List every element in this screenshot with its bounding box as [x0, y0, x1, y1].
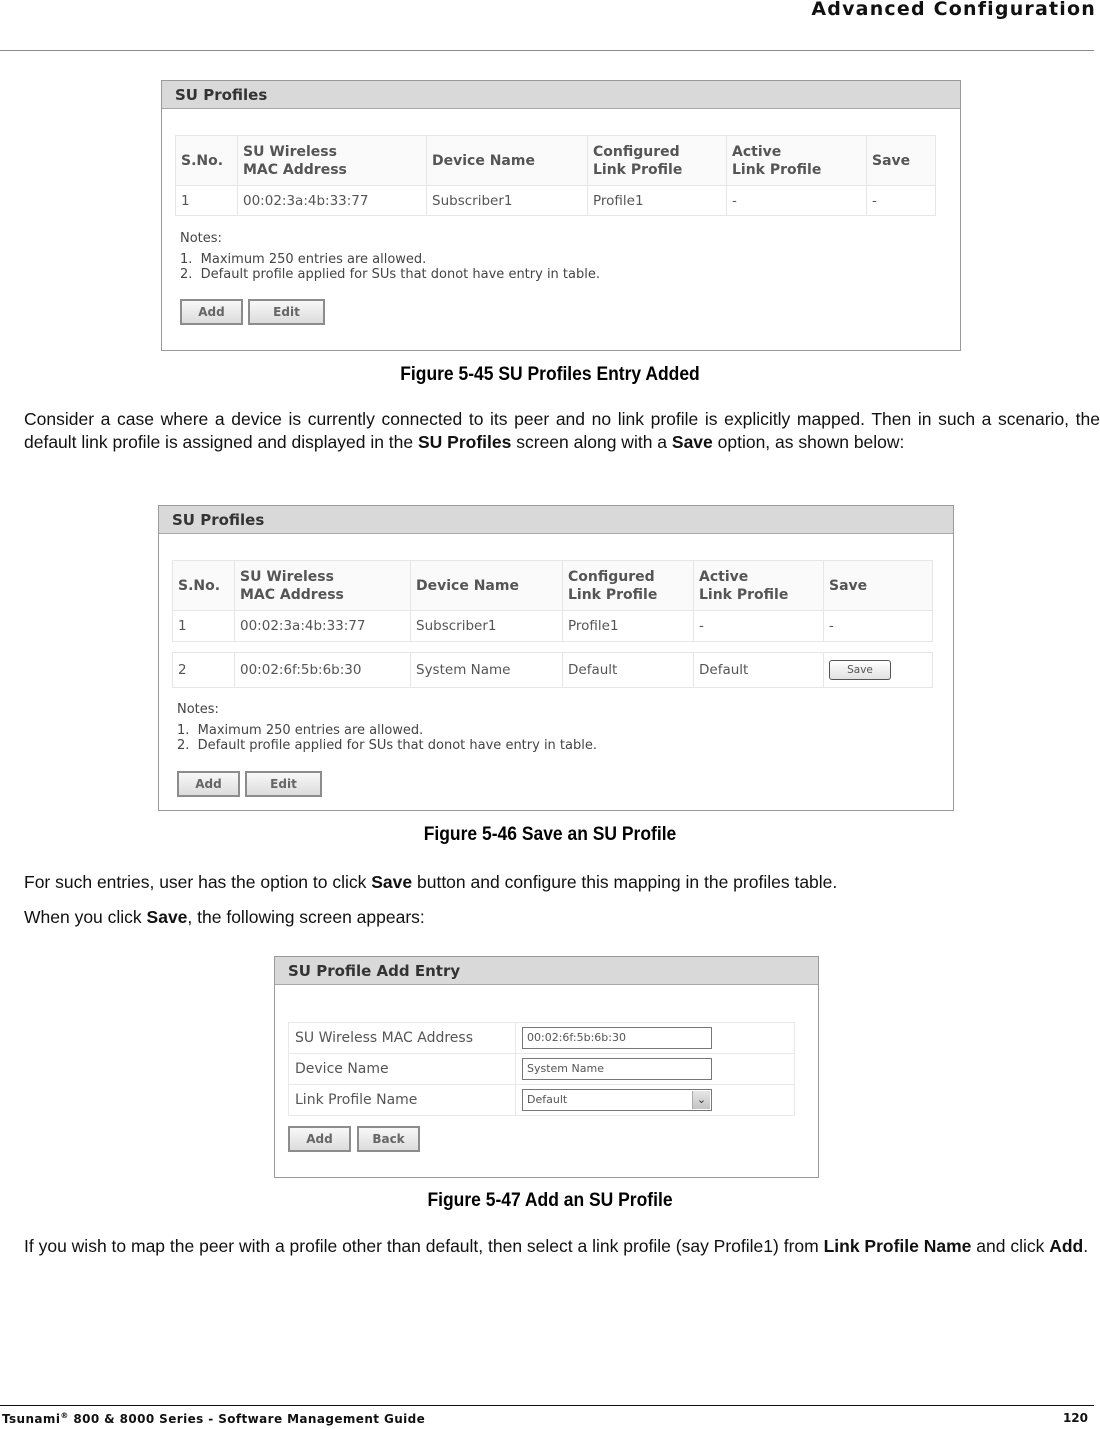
paragraph-save-option: For such entries, user has the option to…: [24, 872, 838, 892]
column-header-device: Device Name: [410, 560, 563, 611]
paragraph-default-profile: Consider a case where a device is curren…: [24, 409, 1100, 452]
field-label-device: Device Name: [288, 1053, 516, 1085]
cell-device: System Name: [410, 652, 563, 688]
column-header-sno: S.No.: [172, 560, 235, 611]
edit-button[interactable]: Edit: [248, 299, 325, 325]
column-header-active: Active Link Profile: [693, 560, 824, 611]
field-label-mac: SU Wireless MAC Address: [288, 1022, 516, 1054]
table-header-row: S.No. SU Wireless MAC Address Device Name…: [175, 135, 936, 186]
cell-active: -: [726, 185, 867, 216]
table-header-row: S.No. SU Wireless MAC Address Device Name…: [172, 560, 933, 611]
notes: Notes: 1. Maximum 250 entries are allowe…: [180, 231, 600, 282]
save-button[interactable]: Save: [829, 660, 891, 680]
column-header-mac: SU Wireless MAC Address: [234, 560, 411, 611]
footer-divider: [0, 1405, 1094, 1406]
form-row-link-profile: Link Profile Name Default ⌄: [288, 1084, 795, 1116]
panel-title: SU Profile Add Entry: [275, 957, 818, 985]
column-header-configured: Configured Link Profile: [587, 135, 727, 186]
footer-guide-title: Tsunami® 800 & 8000 Series - Software Ma…: [2, 1411, 426, 1426]
paragraph-click-save: When you click Save, the following scree…: [24, 907, 425, 927]
cell-active: Default: [693, 652, 824, 688]
su-profiles-table: S.No. SU Wireless MAC Address Device Name…: [175, 135, 936, 216]
figure-46-caption: Figure 5-46 Save an SU Profile: [423, 824, 677, 845]
table-row: 1 00:02:3a:4b:33:77 Subscriber1 Profile1…: [172, 610, 933, 642]
panel-title: SU Profiles: [159, 506, 953, 534]
column-header-sno: S.No.: [175, 135, 238, 186]
figure-47-caption: Figure 5-47 Add an SU Profile: [427, 1190, 673, 1211]
su-profiles-table: S.No. SU Wireless MAC Address Device Name…: [172, 560, 933, 642]
form-row-mac: SU Wireless MAC Address 00:02:6f:5b:6b:3…: [288, 1022, 795, 1054]
cell-mac: 00:02:3a:4b:33:77: [234, 610, 411, 642]
cell-mac: 00:02:6f:5b:6b:30: [234, 652, 411, 688]
notes: Notes: 1. Maximum 250 entries are allowe…: [177, 702, 597, 753]
mac-address-input[interactable]: 00:02:6f:5b:6b:30: [522, 1027, 712, 1049]
cell-sno: 2: [172, 652, 235, 688]
column-header-device: Device Name: [426, 135, 588, 186]
edit-button[interactable]: Edit: [245, 771, 322, 797]
table-row: 1 00:02:3a:4b:33:77 Subscriber1 Profile1…: [175, 185, 936, 216]
link-profile-select[interactable]: Default ⌄: [522, 1089, 712, 1111]
cell-save: -: [823, 610, 933, 642]
chevron-down-icon[interactable]: ⌄: [692, 1091, 710, 1109]
field-label-link-profile: Link Profile Name: [288, 1084, 516, 1116]
cell-device: Subscriber1: [426, 185, 588, 216]
notes-heading: Notes:: [180, 231, 222, 246]
device-name-input[interactable]: System Name: [522, 1058, 712, 1080]
cell-save: Save: [823, 652, 933, 688]
figure-45-screenshot: SU Profiles S.No. SU Wireless MAC Address…: [161, 80, 961, 351]
column-header-active: Active Link Profile: [726, 135, 867, 186]
cell-sno: 1: [172, 610, 235, 642]
cell-sno: 1: [175, 185, 238, 216]
figure-46-screenshot: SU Profiles S.No. SU Wireless MAC Address…: [158, 505, 954, 811]
cell-save: -: [866, 185, 936, 216]
form-row-device: Device Name System Name: [288, 1053, 795, 1085]
paragraph-select-link-profile: If you wish to map the peer with a profi…: [24, 1236, 1089, 1256]
note-item: 2. Default profile applied for SUs that …: [180, 267, 600, 282]
cell-mac: 00:02:3a:4b:33:77: [237, 185, 427, 216]
note-item: 1. Maximum 250 entries are allowed.: [180, 252, 427, 267]
page-header-title: Advanced Configuration: [811, 0, 1096, 20]
add-button[interactable]: Add: [177, 771, 240, 797]
column-header-mac: SU Wireless MAC Address: [237, 135, 427, 186]
figure-45-caption: Figure 5-45 SU Profiles Entry Added: [400, 364, 700, 385]
add-button[interactable]: Add: [180, 299, 243, 325]
link-profile-selected-value: Default: [527, 1093, 568, 1106]
page-number: 120: [1062, 1411, 1088, 1425]
figure-47-screenshot: SU Profile Add Entry SU Wireless MAC Add…: [274, 956, 819, 1178]
notes-heading: Notes:: [177, 702, 219, 717]
column-header-save: Save: [866, 135, 936, 186]
cell-configured: Default: [562, 652, 694, 688]
su-profiles-unsaved-table: 2 00:02:6f:5b:6b:30 System Name Default …: [172, 652, 933, 688]
table-row: 2 00:02:6f:5b:6b:30 System Name Default …: [172, 652, 933, 688]
back-button[interactable]: Back: [357, 1126, 420, 1152]
cell-active: -: [693, 610, 824, 642]
note-item: 1. Maximum 250 entries are allowed.: [177, 723, 424, 738]
cell-configured: Profile1: [587, 185, 727, 216]
note-item: 2. Default profile applied for SUs that …: [177, 738, 597, 753]
column-header-configured: Configured Link Profile: [562, 560, 694, 611]
add-entry-form: SU Wireless MAC Address 00:02:6f:5b:6b:3…: [288, 1022, 795, 1116]
cell-device: Subscriber1: [410, 610, 563, 642]
header-divider: [0, 50, 1094, 51]
column-header-save: Save: [823, 560, 933, 611]
add-button[interactable]: Add: [288, 1126, 351, 1152]
panel-title: SU Profiles: [162, 81, 960, 109]
cell-configured: Profile1: [562, 610, 694, 642]
